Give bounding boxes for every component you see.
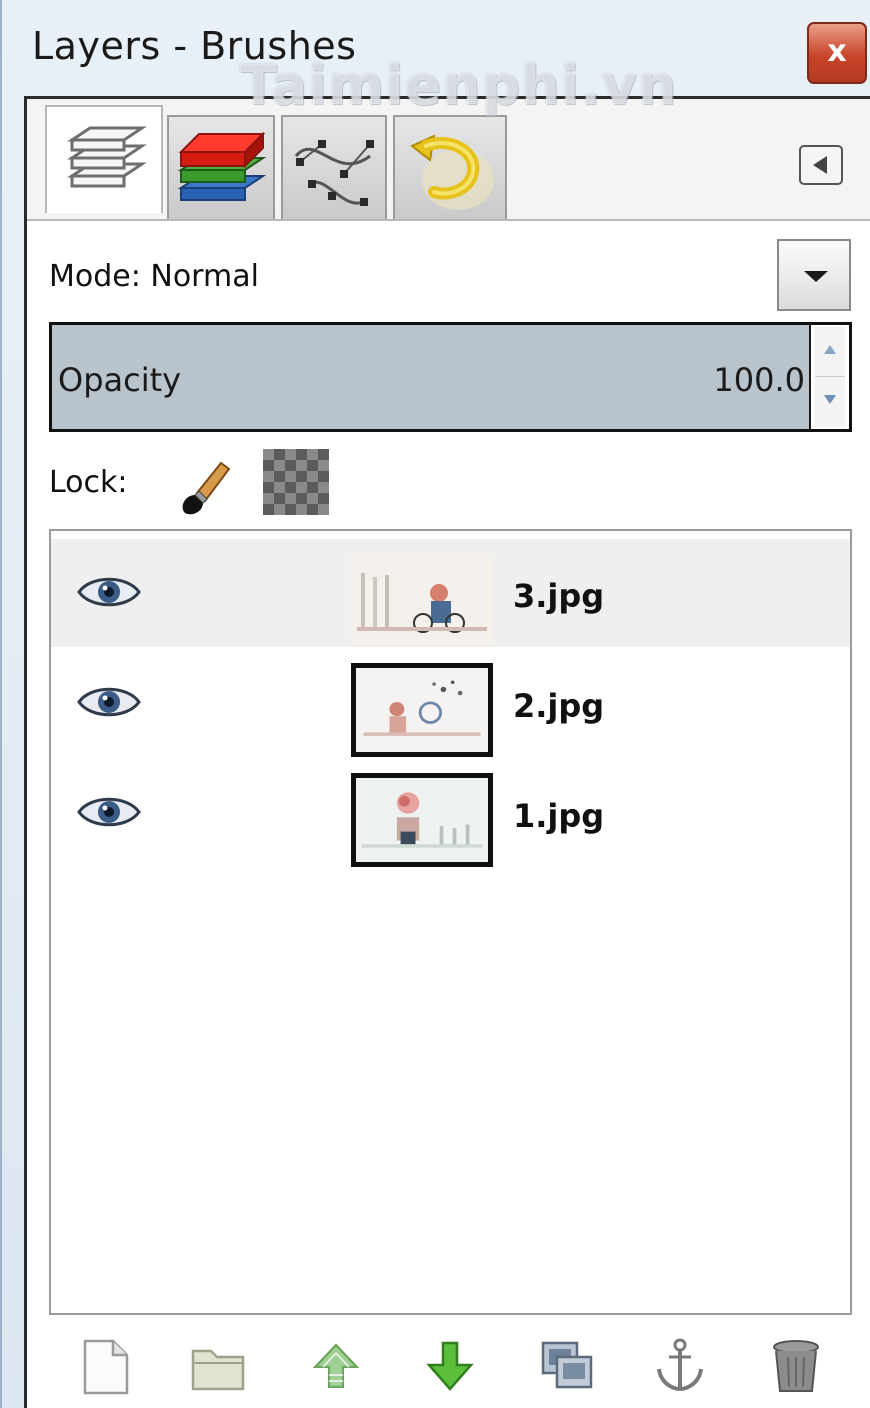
layer-thumbnail <box>351 773 493 867</box>
window-title: Layers - Brushes <box>32 24 357 68</box>
new-page-icon <box>83 1339 129 1395</box>
raise-icon <box>312 1343 360 1388</box>
visibility-toggle[interactable] <box>77 683 141 721</box>
eye-icon <box>77 797 141 827</box>
duplicate-icon <box>541 1341 593 1389</box>
trash-icon <box>773 1340 819 1392</box>
opacity-increment-button[interactable] <box>815 327 845 377</box>
tab-layers[interactable] <box>45 105 163 213</box>
eye-icon <box>77 577 141 607</box>
layer-row[interactable]: 2.jpg <box>51 649 850 757</box>
layer-row[interactable]: 1.jpg <box>51 759 850 867</box>
layers-toolbar <box>27 1321 870 1408</box>
dockable-panel: Mode: Normal Opacity 100.0 Lock: 3.jpg 2… <box>24 96 870 1408</box>
thumbnail-image <box>351 553 493 647</box>
layer-thumbnail <box>351 663 493 757</box>
lock-pixels-toggle[interactable] <box>175 455 235 517</box>
panel-menu-button[interactable] <box>799 145 843 185</box>
close-button[interactable]: x <box>807 22 867 84</box>
layers-icon <box>47 107 161 213</box>
layer-name[interactable]: 1.jpg <box>513 797 604 835</box>
lock-alpha-toggle[interactable] <box>263 449 329 515</box>
lower-arrow-icon <box>426 1341 474 1391</box>
new-layer-group-button[interactable] <box>189 1335 247 1397</box>
channels-icon <box>169 117 273 221</box>
mode-label: Mode: Normal <box>49 259 259 294</box>
eye-icon <box>77 687 141 717</box>
visibility-toggle[interactable] <box>77 573 141 611</box>
opacity-label: Opacity <box>58 361 182 399</box>
delete-layer-button[interactable] <box>767 1335 825 1397</box>
anchor-icon <box>657 1338 703 1392</box>
layer-name[interactable]: 2.jpg <box>513 687 604 725</box>
paintbrush-icon <box>182 461 231 515</box>
opacity-value: 100.0 <box>713 361 805 399</box>
opacity-slider[interactable]: Opacity 100.0 <box>49 322 852 432</box>
lock-label: Lock: <box>49 465 128 500</box>
tab-channels[interactable] <box>167 115 275 221</box>
layer-thumbnail <box>351 553 493 647</box>
layer-row[interactable]: 3.jpg <box>51 539 850 647</box>
thumbnail-image <box>356 778 488 862</box>
layers-dialog-window: Layers - Brushes Taimienphi.vn x Mode: N… <box>0 0 870 1408</box>
layers-list[interactable]: 3.jpg 2.jpg 1.jpg <box>49 529 852 1315</box>
visibility-toggle[interactable] <box>77 793 141 831</box>
undo-icon <box>395 117 505 221</box>
tab-bar <box>27 99 870 221</box>
title-bar[interactable]: Layers - Brushes Taimienphi.vn x <box>2 0 870 117</box>
raise-layer-button[interactable] <box>307 1335 365 1397</box>
layer-name[interactable]: 3.jpg <box>513 577 604 615</box>
tab-undo-history[interactable] <box>393 115 507 221</box>
opacity-decrement-button[interactable] <box>815 377 845 427</box>
paths-icon <box>283 117 385 221</box>
mode-dropdown-button[interactable] <box>777 239 851 311</box>
tab-paths[interactable] <box>281 115 387 221</box>
anchor-layer-button[interactable] <box>651 1335 709 1397</box>
tab-divider <box>27 219 870 221</box>
folder-icon <box>191 1349 245 1391</box>
new-layer-button[interactable] <box>77 1335 135 1397</box>
duplicate-layer-button[interactable] <box>537 1335 595 1397</box>
thumbnail-image <box>356 668 488 752</box>
lower-layer-button[interactable] <box>421 1335 479 1397</box>
